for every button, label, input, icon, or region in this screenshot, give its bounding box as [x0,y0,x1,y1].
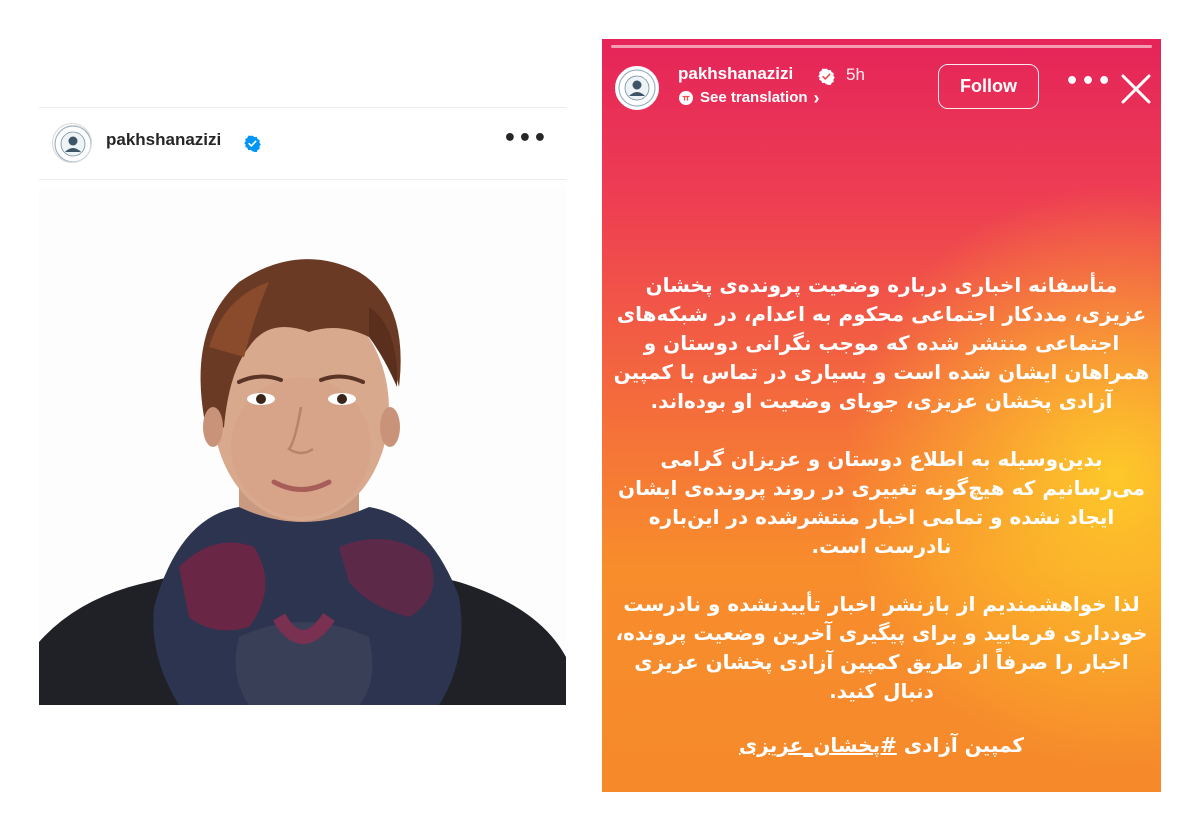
ellipsis-icon[interactable]: ••• [503,128,548,150]
avatar[interactable] [615,66,659,110]
chevron-right-icon: › [813,87,820,108]
see-translation-link[interactable]: See translation › [678,87,820,108]
post-photo[interactable] [39,187,566,705]
hashtag-link[interactable]: #پخشان_عزیزی [739,733,897,757]
translate-icon [679,90,693,105]
story-view[interactable]: pakhshanazizi 5h See translation › Follo… [602,39,1161,792]
story-progress-bar [611,45,1152,48]
verified-badge-icon [818,68,835,85]
close-icon[interactable] [1120,73,1152,105]
story-timestamp: 5h [846,65,865,84]
story-paragraph: لذا خواهشمندیم از بازنشر اخبار تأییدنشده… [615,592,1148,703]
post-username[interactable]: pakhshanazizi [106,130,221,150]
campaign-prefix: کمپین آزادی [896,733,1025,757]
post-header: pakhshanazizi ••• [39,108,566,179]
story-paragraph: متأسفانه اخباری درباره وضعیت پرونده‌ی پخ… [613,273,1150,413]
follow-button[interactable]: Follow [938,64,1039,109]
campaign-line: کمپین آزادی #پخشان_عزیزی [612,733,1151,757]
divider [39,179,566,180]
see-translation-label: See translation [700,89,808,106]
ellipsis-icon[interactable]: ••• [1065,71,1113,93]
story-text-body: متأسفانه اخباری درباره وضعیت پرونده‌ی پخ… [612,271,1151,735]
verified-badge-icon [244,135,261,152]
story-paragraph: بدین‌وسیله به اطلاع دوستان و عزیزان گرام… [618,447,1145,558]
story-username[interactable]: pakhshanazizi [678,64,793,84]
avatar[interactable] [52,123,92,163]
